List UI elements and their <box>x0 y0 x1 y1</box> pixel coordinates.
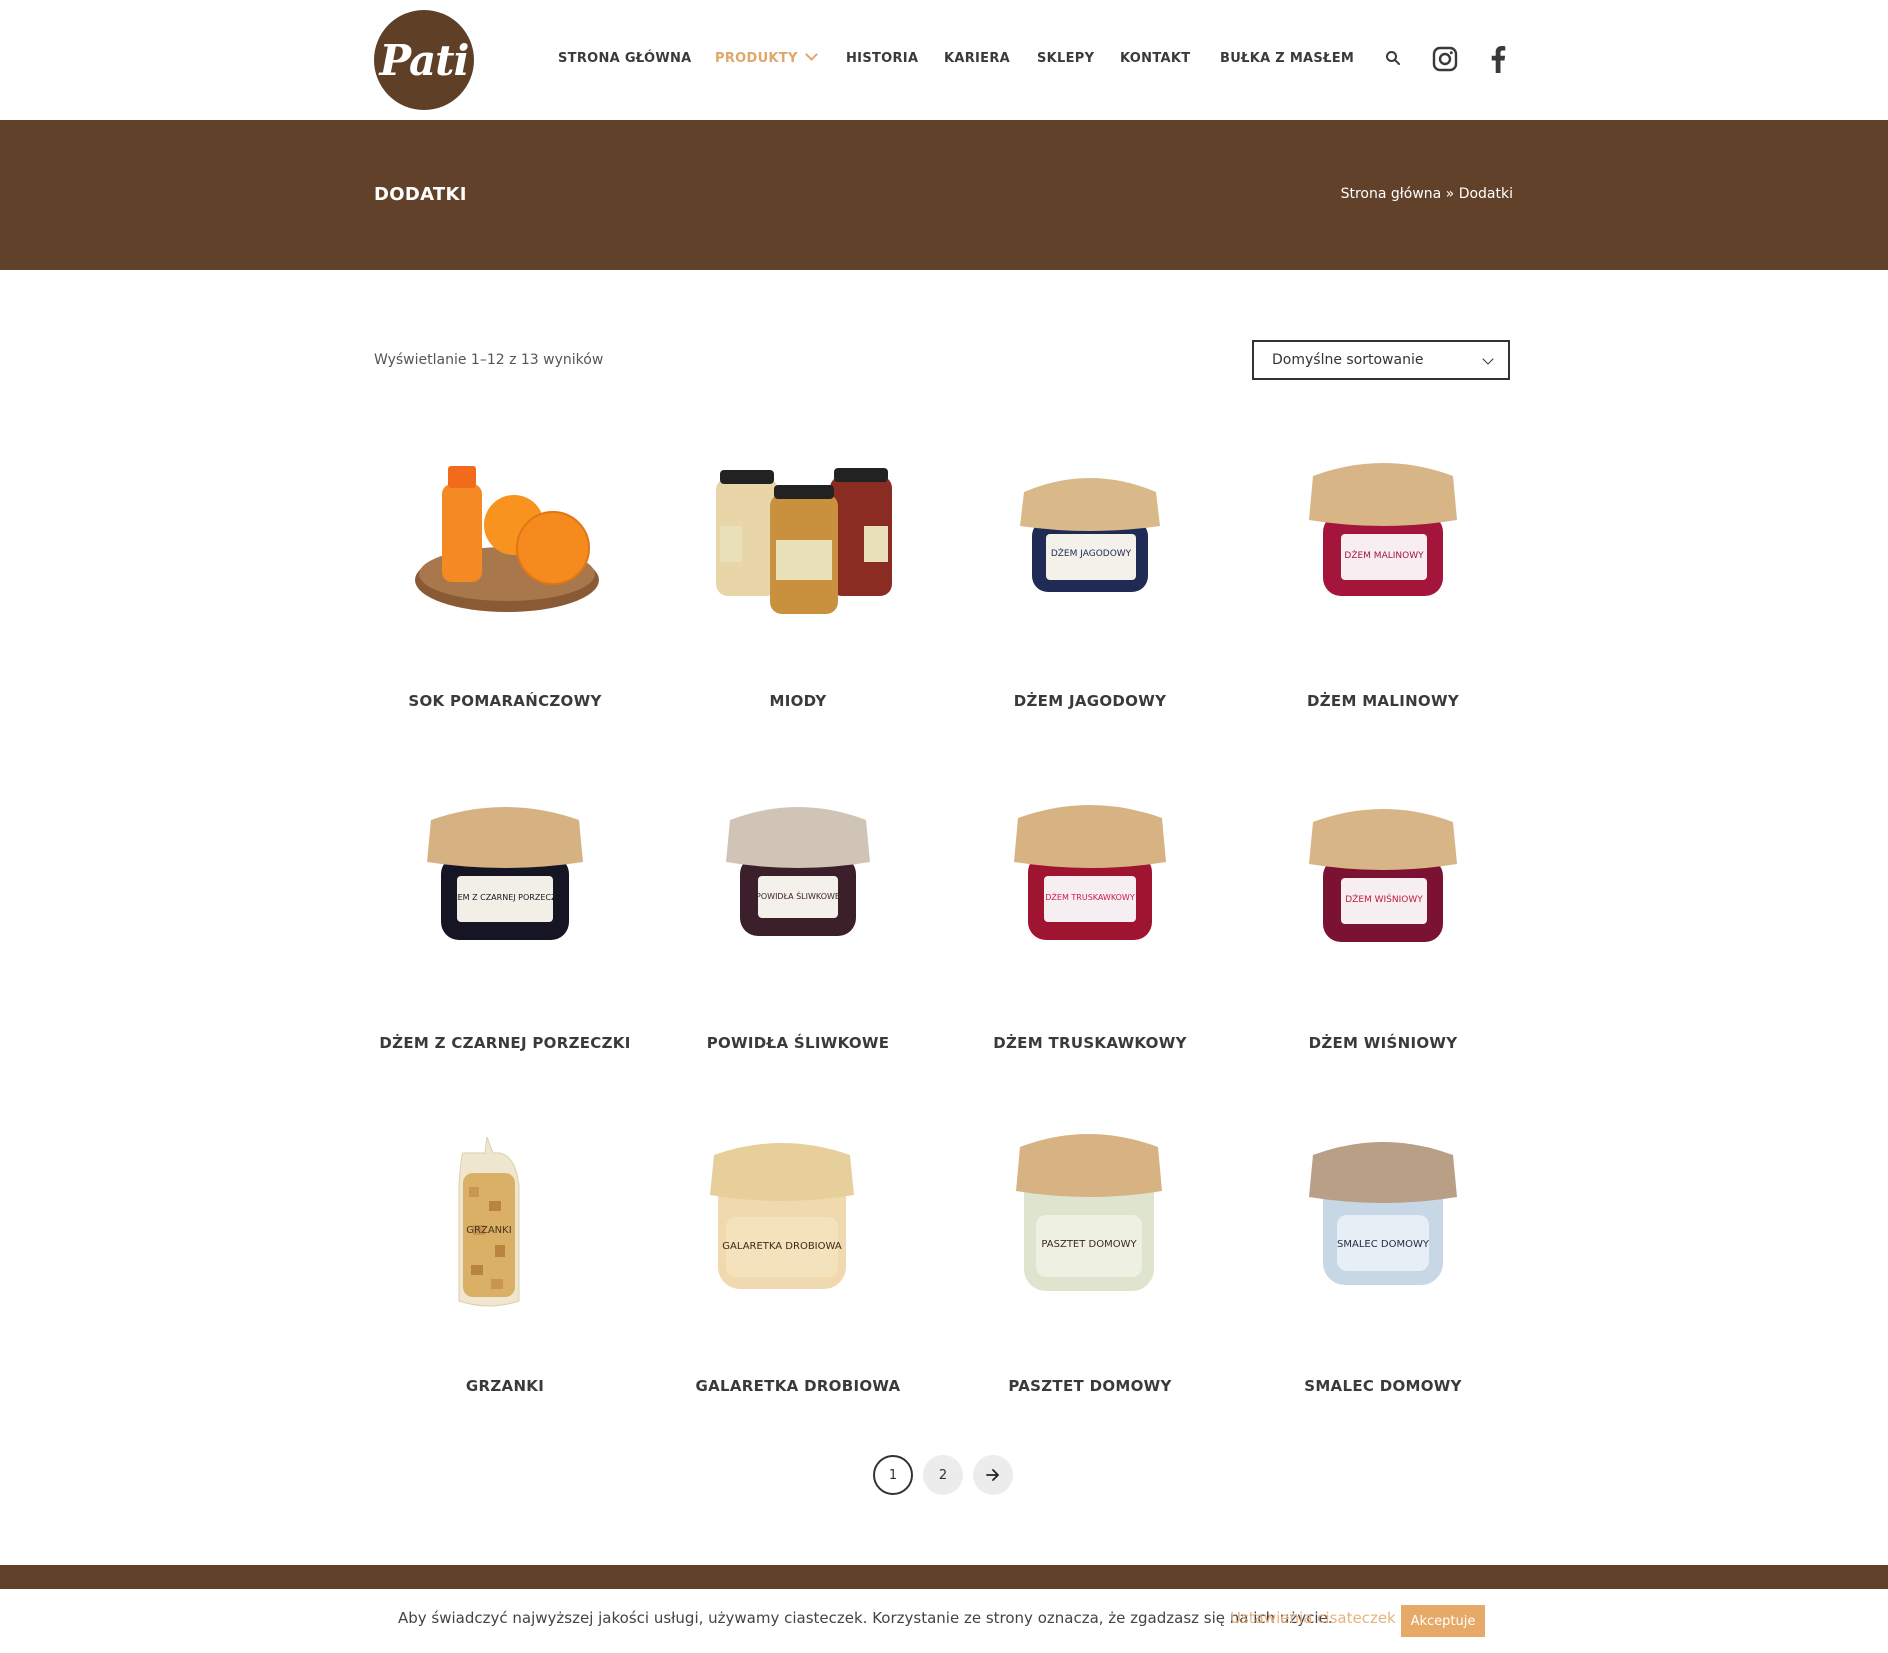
product-name[interactable]: DŻEM MALINOWY <box>1237 692 1529 710</box>
svg-text:DŻEM JAGODOWY: DŻEM JAGODOWY <box>1051 548 1132 559</box>
product-name[interactable]: GALARETKA DROBIOWA <box>652 1377 944 1395</box>
product-card[interactable]: POWIDŁA ŚLIWKOWE POWIDŁA ŚLIWKOWE <box>652 782 944 1052</box>
product-image-blackcurrant-jam[interactable]: DŻEM Z CZARNEJ PORZECZKI <box>359 782 651 982</box>
product-card[interactable]: GALARETKA DROBIOWA GALARETKA DROBIOWA <box>652 1125 944 1395</box>
breadcrumb-current: Dodatki <box>1458 186 1513 202</box>
nav-item-produkty-label: PRODUKTY <box>715 51 798 66</box>
breadcrumb-separator: » <box>1441 186 1459 202</box>
nav-item-historia[interactable]: HISTORIA <box>846 51 918 66</box>
nav-item-produkty[interactable]: PRODUKTY <box>715 48 818 66</box>
footer-strip <box>0 1565 1888 1589</box>
result-count: Wyświetlanie 1–12 z 13 wyników <box>374 352 604 368</box>
cookie-accept-button[interactable]: Akceptuje <box>1401 1605 1485 1637</box>
product-name[interactable]: DŻEM TRUSKAWKOWY <box>944 1034 1236 1052</box>
site-header: Pati STRONA GŁÓWNA PRODUKTY HISTORIA KAR… <box>0 0 1888 120</box>
product-card[interactable]: DŻEM TRUSKAWKOWY DŻEM TRUSKAWKOWY <box>944 782 1236 1052</box>
product-name[interactable]: SOK POMARAŃCZOWY <box>359 692 651 710</box>
product-name[interactable]: GRZANKI <box>359 1377 651 1395</box>
product-card[interactable]: SMALEC DOMOWY SMALEC DOMOWY <box>1237 1125 1529 1395</box>
chevron-down-icon <box>804 48 818 61</box>
product-name[interactable]: SMALEC DOMOWY <box>1237 1377 1529 1395</box>
page-banner <box>0 120 1888 270</box>
logo-text: Pati <box>379 35 469 85</box>
svg-text:DŻEM MALINOWY: DŻEM MALINOWY <box>1344 550 1424 561</box>
arrow-right-icon <box>986 1469 999 1481</box>
product-image-raspberry-jam[interactable]: DŻEM MALINOWY <box>1237 440 1529 640</box>
svg-text:PASZTET DOMOWY: PASZTET DOMOWY <box>1041 1239 1137 1250</box>
nav-item-bulka-z-maslem[interactable]: BUŁKA Z MASŁEM <box>1220 51 1354 66</box>
sort-select[interactable]: Domyślne sortowanie <box>1252 340 1510 380</box>
product-card[interactable]: DŻEM MALINOWY DŻEM MALINOWY <box>1237 440 1529 710</box>
product-name[interactable]: DŻEM JAGODOWY <box>944 692 1236 710</box>
svg-text:DŻEM WIŚNIOWY: DŻEM WIŚNIOWY <box>1345 893 1423 905</box>
product-card[interactable]: SOK POMARAŃCZOWY <box>359 440 651 710</box>
product-image-plum-butter[interactable]: POWIDŁA ŚLIWKOWE <box>652 782 944 982</box>
product-image-cherry-jam[interactable]: DŻEM WIŚNIOWY <box>1237 782 1529 982</box>
product-card[interactable]: DŻEM Z CZARNEJ PORZECZKI DŻEM Z CZARNEJ … <box>359 782 651 1052</box>
svg-text:POWIDŁA ŚLIWKOWE: POWIDŁA ŚLIWKOWE <box>756 890 840 901</box>
product-image-homemade-lard[interactable]: SMALEC DOMOWY <box>1237 1125 1529 1325</box>
page-title: DODATKI <box>374 184 467 205</box>
product-card[interactable]: PASZTET DOMOWY PASZTET DOMOWY <box>944 1125 1236 1395</box>
facebook-icon[interactable] <box>1490 45 1506 77</box>
search-icon[interactable] <box>1385 50 1401 70</box>
nav-item-kontakt[interactable]: KONTAKT <box>1120 51 1190 66</box>
instagram-icon[interactable] <box>1432 46 1458 76</box>
svg-text:GALARETKA DROBIOWA: GALARETKA DROBIOWA <box>722 1241 842 1252</box>
product-image-poultry-jelly[interactable]: GALARETKA DROBIOWA <box>652 1125 944 1325</box>
product-image-orange-juice[interactable] <box>359 440 651 640</box>
product-image-homemade-pate[interactable]: PASZTET DOMOWY <box>944 1125 1236 1325</box>
svg-text:DŻEM TRUSKAWKOWY: DŻEM TRUSKAWKOWY <box>1045 892 1135 902</box>
nav-item-strona-glowna[interactable]: STRONA GŁÓWNA <box>558 51 692 66</box>
product-card[interactable]: GRZANKI GRZANKI <box>359 1125 651 1395</box>
cookie-bar: Aby świadczyć najwyższej jakości usługi,… <box>0 1589 1888 1653</box>
product-name[interactable]: DŻEM Z CZARNEJ PORZECZKI <box>359 1034 651 1052</box>
product-name[interactable]: MIODY <box>652 692 944 710</box>
pagination-page-1[interactable]: 1 <box>873 1455 913 1495</box>
nav-item-kariera[interactable]: KARIERA <box>944 51 1010 66</box>
product-name[interactable]: DŻEM WIŚNIOWY <box>1237 1034 1529 1052</box>
breadcrumb: Strona główna » Dodatki <box>1341 186 1513 202</box>
product-image-strawberry-jam[interactable]: DŻEM TRUSKAWKOWY <box>944 782 1236 982</box>
pagination-next[interactable] <box>973 1455 1013 1495</box>
svg-text:SMALEC DOMOWY: SMALEC DOMOWY <box>1337 1239 1430 1250</box>
breadcrumb-home[interactable]: Strona główna <box>1341 186 1442 202</box>
cookie-settings-link[interactable]: Ustawienia cisateczek <box>1230 1609 1396 1627</box>
product-name[interactable]: POWIDŁA ŚLIWKOWE <box>652 1034 944 1052</box>
product-card[interactable]: DŻEM JAGODOWY DŻEM JAGODOWY <box>944 440 1236 710</box>
pagination-page-2[interactable]: 2 <box>923 1455 963 1495</box>
product-image-honey[interactable] <box>652 440 944 640</box>
chevron-down-icon <box>1482 353 1494 365</box>
svg-text:DŻEM Z CZARNEJ PORZECZKI: DŻEM Z CZARNEJ PORZECZKI <box>446 892 564 902</box>
cookie-text: Aby świadczyć najwyższej jakości usługi,… <box>398 1609 1333 1627</box>
product-card[interactable]: MIODY <box>652 440 944 710</box>
svg-text:GRZANKI: GRZANKI <box>466 1225 511 1236</box>
product-name[interactable]: PASZTET DOMOWY <box>944 1377 1236 1395</box>
product-image-croutons[interactable]: GRZANKI <box>359 1125 651 1325</box>
logo[interactable]: Pati <box>374 10 474 110</box>
sort-select-value: Domyślne sortowanie <box>1272 352 1424 368</box>
product-card[interactable]: DŻEM WIŚNIOWY DŻEM WIŚNIOWY <box>1237 782 1529 1052</box>
nav-item-sklepy[interactable]: SKLEPY <box>1037 51 1094 66</box>
product-image-blueberry-jam[interactable]: DŻEM JAGODOWY <box>944 440 1236 640</box>
